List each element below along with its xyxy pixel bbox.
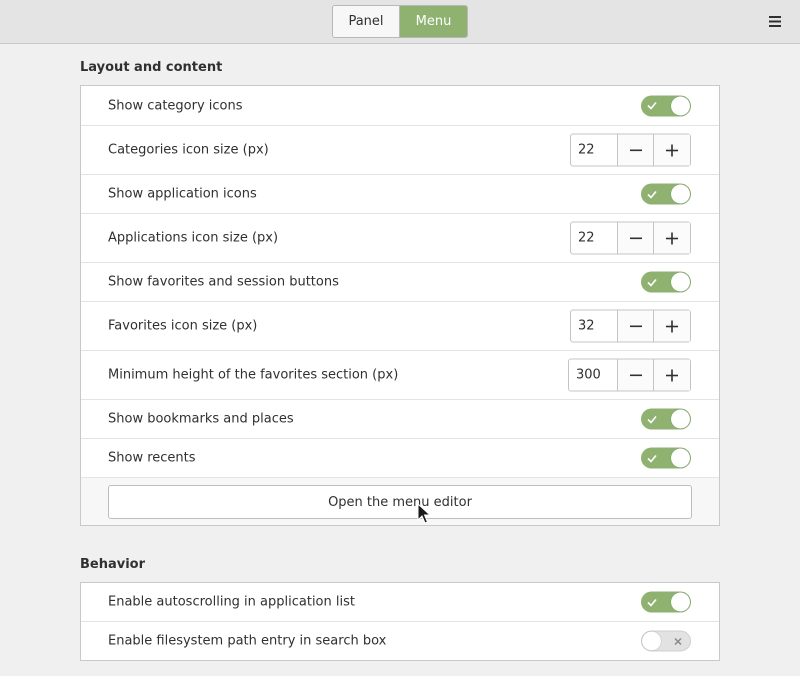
row-label: Show bookmarks and places (108, 411, 294, 427)
check-icon (646, 452, 658, 464)
enable-filesystem-path-switch[interactable] (641, 630, 691, 652)
header-bar: Panel Menu (0, 0, 800, 44)
open-menu-editor-button[interactable]: Open the menu editor (108, 485, 692, 519)
check-icon (646, 100, 658, 112)
cross-icon (672, 635, 684, 647)
tab-panel[interactable]: Panel (333, 6, 400, 37)
decrement-button[interactable] (618, 359, 654, 391)
increment-button[interactable] (654, 222, 690, 254)
decrement-button[interactable] (618, 310, 654, 342)
show-bookmarks-places-switch[interactable] (641, 408, 691, 430)
row-favorites-min-height: Minimum height of the favorites section … (81, 351, 719, 400)
row-show-bookmarks-places: Show bookmarks and places (81, 400, 719, 439)
row-label: Show category icons (108, 98, 243, 113)
check-icon (646, 596, 658, 608)
enable-autoscrolling-switch[interactable] (641, 591, 691, 613)
row-favorites-icon-size: Favorites icon size (px) 32 (81, 302, 719, 351)
favorites-icon-size-spinner: 32 (570, 309, 691, 343)
row-show-recents: Show recents (81, 439, 719, 478)
row-label: Applications icon size (px) (108, 230, 279, 246)
row-label: Favorites icon size (px) (108, 318, 258, 334)
row-label: Categories icon size (px) (108, 142, 269, 158)
check-icon (646, 276, 658, 288)
categories-icon-size-spinner: 22 (570, 133, 691, 167)
row-enable-filesystem-path: Enable filesystem path entry in search b… (81, 622, 719, 660)
show-recents-switch[interactable] (641, 447, 691, 469)
switch-knob (671, 409, 690, 429)
increment-button[interactable] (654, 134, 690, 166)
check-icon (646, 413, 658, 425)
stack-switcher: Panel Menu (332, 5, 468, 38)
favorites-icon-size-input[interactable]: 32 (571, 310, 618, 342)
decrement-button[interactable] (618, 222, 654, 254)
row-show-favorites-session: Show favorites and session buttons (81, 263, 719, 302)
favorites-min-height-input[interactable]: 300 (569, 359, 618, 391)
mouse-pointer-icon (417, 502, 432, 525)
row-label: Show favorites and session buttons (108, 274, 339, 290)
row-show-category-icons: Show category icons (81, 86, 719, 126)
row-menu-editor: Open the menu editor (81, 478, 719, 525)
section-title-layout: Layout and content (80, 60, 223, 75)
switch-knob (671, 592, 690, 612)
increment-button[interactable] (654, 359, 690, 391)
row-categories-icon-size: Categories icon size (px) 22 (81, 126, 719, 175)
row-applications-icon-size: Applications icon size (px) 22 (81, 214, 719, 263)
row-label: Show application icons (108, 186, 257, 202)
row-label: Minimum height of the favorites section … (108, 367, 399, 383)
show-application-icons-switch[interactable] (641, 183, 691, 205)
applications-icon-size-input[interactable]: 22 (571, 222, 618, 254)
hamburger-menu-icon[interactable] (766, 12, 784, 30)
behavior-panel: Enable autoscrolling in application list… (80, 582, 720, 661)
check-icon (646, 188, 658, 200)
show-category-icons-switch[interactable] (641, 95, 691, 116)
favorites-min-height-spinner: 300 (568, 358, 691, 392)
categories-icon-size-input[interactable]: 22 (571, 134, 618, 166)
row-label: Enable autoscrolling in application list (108, 594, 355, 610)
switch-knob (671, 184, 690, 204)
row-show-application-icons: Show application icons (81, 175, 719, 214)
section-title-behavior: Behavior (80, 557, 146, 572)
row-label: Enable filesystem path entry in search b… (108, 633, 387, 649)
layout-panel: Show category icons Categories icon size… (80, 85, 720, 526)
switch-knob (671, 272, 690, 292)
increment-button[interactable] (654, 310, 690, 342)
switch-knob (671, 96, 690, 115)
row-enable-autoscrolling: Enable autoscrolling in application list (81, 583, 719, 622)
show-favorites-session-switch[interactable] (641, 271, 691, 293)
row-label: Show recents (108, 450, 196, 466)
applications-icon-size-spinner: 22 (570, 221, 691, 255)
tab-menu[interactable]: Menu (400, 6, 467, 37)
switch-knob (642, 631, 661, 651)
switch-knob (671, 448, 690, 468)
decrement-button[interactable] (618, 134, 654, 166)
